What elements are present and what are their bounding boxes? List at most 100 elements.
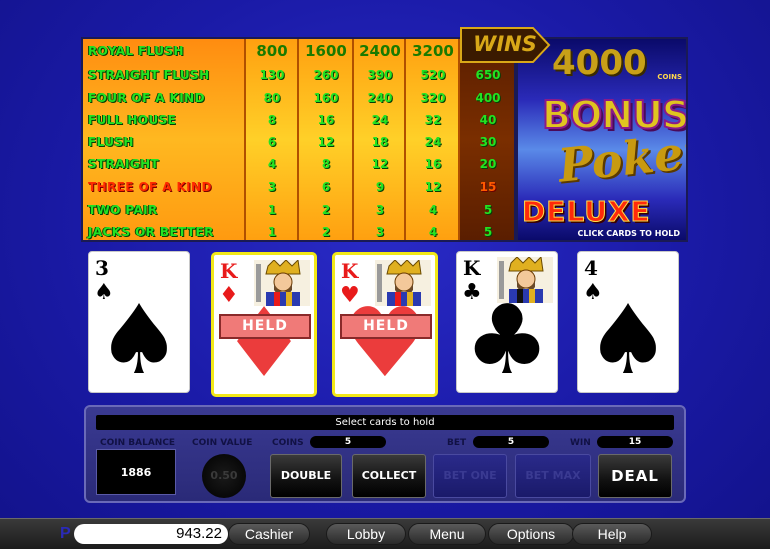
paytable-win-value: 40 bbox=[479, 113, 497, 127]
card-rank: 4 bbox=[584, 256, 598, 280]
player-indicator: P bbox=[60, 525, 71, 542]
paytable-pay-value: 80 bbox=[263, 91, 281, 105]
paytable-pay-value: 2 bbox=[321, 225, 331, 239]
collect-button[interactable]: COLLECT bbox=[352, 454, 426, 498]
paytable-pay-value: 32 bbox=[424, 113, 442, 127]
lobby-button[interactable]: Lobby bbox=[326, 523, 406, 545]
paytable-hand-label: JACKS OR BETTER bbox=[88, 225, 214, 239]
paytable-pay-value: 4 bbox=[428, 225, 438, 239]
paytable-win-value: 20 bbox=[479, 157, 497, 171]
paytable-pay-value: 3200 bbox=[412, 42, 454, 60]
bet-value: 5 bbox=[473, 436, 549, 448]
paytable-pay-value: 2400 bbox=[359, 42, 401, 60]
paytable-pay-value: 3 bbox=[375, 203, 385, 217]
card-center-suit-icon: ♠ bbox=[95, 284, 183, 393]
paytable-pay-value: 2 bbox=[321, 203, 331, 217]
paytable-win-value: 5 bbox=[483, 203, 493, 217]
paytable-hand-label: FULL HOUSE bbox=[88, 113, 177, 127]
paytable-hand-label: STRAIGHT FLUSH bbox=[88, 68, 210, 82]
logo-deluxe-text: DELUXE bbox=[522, 195, 651, 229]
paytable-pay-value: 6 bbox=[321, 180, 331, 194]
paytable-hand-label: STRAIGHT bbox=[88, 157, 160, 171]
paytable-pay-value: 8 bbox=[321, 157, 331, 171]
bet-label: BET bbox=[447, 438, 467, 448]
paytable-pay-value: 12 bbox=[371, 157, 389, 171]
card-rank: 3 bbox=[95, 256, 109, 280]
click-cards-hint: CLICK CARDS TO HOLD bbox=[577, 229, 681, 238]
paytable-win-value: 5 bbox=[483, 225, 493, 239]
paytable-hand-label: FOUR OF A KIND bbox=[88, 91, 205, 105]
playing-card-5[interactable]: 4 ♠ ♠ bbox=[577, 251, 679, 393]
wins-badge: WINS bbox=[459, 26, 551, 64]
cashier-button[interactable]: Cashier bbox=[228, 523, 310, 545]
paytable-pay-value: 800 bbox=[256, 42, 288, 60]
paytable-pay-value: 1 bbox=[267, 225, 277, 239]
paytable-pay-value: 12 bbox=[317, 135, 335, 149]
held-indicator: HELD bbox=[219, 314, 311, 339]
coin-balance-display: 1886 bbox=[96, 449, 176, 495]
paytable-pay-value: 9 bbox=[375, 180, 385, 194]
coin-value-chip[interactable]: 0.50 bbox=[202, 454, 246, 498]
card-center-suit-icon: ♠ bbox=[584, 284, 672, 393]
paytable-pay-value: 130 bbox=[259, 68, 285, 82]
paytable-pay-value: 1600 bbox=[305, 42, 347, 60]
paytable-pay-value: 24 bbox=[371, 113, 389, 127]
account-balance: 943.22 bbox=[74, 524, 228, 544]
coin-balance-label: COIN BALANCE bbox=[100, 438, 176, 448]
paytable-pay-value: 160 bbox=[313, 91, 339, 105]
options-button[interactable]: Options bbox=[488, 523, 574, 545]
control-panel: Select cards to hold COIN BALANCE COIN V… bbox=[84, 405, 686, 503]
card-center-suit-icon: ♦ bbox=[220, 287, 308, 397]
held-indicator: HELD bbox=[340, 314, 432, 339]
card-rank: K bbox=[220, 259, 238, 283]
paytable-pay-value: 4 bbox=[267, 157, 277, 171]
paytable-hand-label: ROYAL FLUSH bbox=[88, 44, 184, 58]
paytable-pay-value: 6 bbox=[267, 135, 277, 149]
bet-one-button[interactable]: BET ONE bbox=[433, 454, 507, 498]
bottom-nav-bar: P 943.22 Cashier Lobby Menu Options Help bbox=[0, 518, 770, 549]
paytable-pay-value: 1 bbox=[267, 203, 277, 217]
paytable-pay-value: 3 bbox=[267, 180, 277, 194]
playing-card-2[interactable]: K ♦ ♦ HELD bbox=[211, 252, 317, 397]
paytable-pay-value: 520 bbox=[420, 68, 446, 82]
card-rank: K bbox=[341, 259, 359, 283]
paytable-pay-value: 320 bbox=[420, 91, 446, 105]
double-button[interactable]: DOUBLE bbox=[270, 454, 342, 498]
card-center-suit-icon: ♣ bbox=[463, 284, 551, 393]
paytable-pay-value: 16 bbox=[317, 113, 335, 127]
paytable-hand-label: TWO PAIR bbox=[88, 203, 158, 217]
menu-button[interactable]: Menu bbox=[408, 523, 486, 545]
paytable-pay-value: 260 bbox=[313, 68, 339, 82]
playing-card-3[interactable]: K ♥ ♥ HELD bbox=[332, 252, 438, 397]
help-button[interactable]: Help bbox=[572, 523, 652, 545]
paytable-pay-value: 3 bbox=[375, 225, 385, 239]
paytable-win-value: 400 bbox=[475, 91, 501, 105]
bet-max-button[interactable]: BET MAX bbox=[515, 454, 591, 498]
win-value: 15 bbox=[597, 436, 673, 448]
paytable-pay-value: 12 bbox=[424, 180, 442, 194]
paytable-pay-value: 8 bbox=[267, 113, 277, 127]
jackpot-unit: COINS bbox=[657, 73, 682, 81]
paytable-pay-value: 390 bbox=[367, 68, 393, 82]
jackpot-amount: 4000 bbox=[552, 43, 647, 83]
paytable-win-value: 30 bbox=[479, 135, 497, 149]
paytable-hand-label: THREE OF A KIND bbox=[88, 180, 212, 194]
card-center-suit-icon: ♥ bbox=[341, 287, 429, 397]
paytable-hand-label: FLUSH bbox=[88, 135, 134, 149]
coins-value: 5 bbox=[310, 436, 386, 448]
status-message: Select cards to hold bbox=[96, 415, 674, 430]
playing-card-1[interactable]: 3 ♠ ♠ bbox=[88, 251, 190, 393]
playing-card-4[interactable]: K ♣ ♣ bbox=[456, 251, 558, 393]
win-label: WIN bbox=[570, 438, 591, 448]
paytable-pay-value: 240 bbox=[367, 91, 393, 105]
paytable-pay-value: 24 bbox=[424, 135, 442, 149]
paytable: ROYAL FLUSH 800 1600 2400 3200 STRAIGHT FLUSH… bbox=[81, 37, 517, 242]
paytable-pay-value: 16 bbox=[424, 157, 442, 171]
coins-label: COINS bbox=[272, 438, 304, 448]
wins-label: WINS bbox=[473, 32, 537, 56]
paytable-pay-value: 4 bbox=[428, 203, 438, 217]
deal-button[interactable]: DEAL bbox=[598, 454, 672, 498]
bonus-logo-panel: 4000 COINS BONUS Poker DELUXE CLICK CARD… bbox=[516, 37, 688, 242]
coin-value-label: COIN VALUE bbox=[192, 438, 253, 448]
paytable-win-value: 15 bbox=[479, 180, 497, 194]
